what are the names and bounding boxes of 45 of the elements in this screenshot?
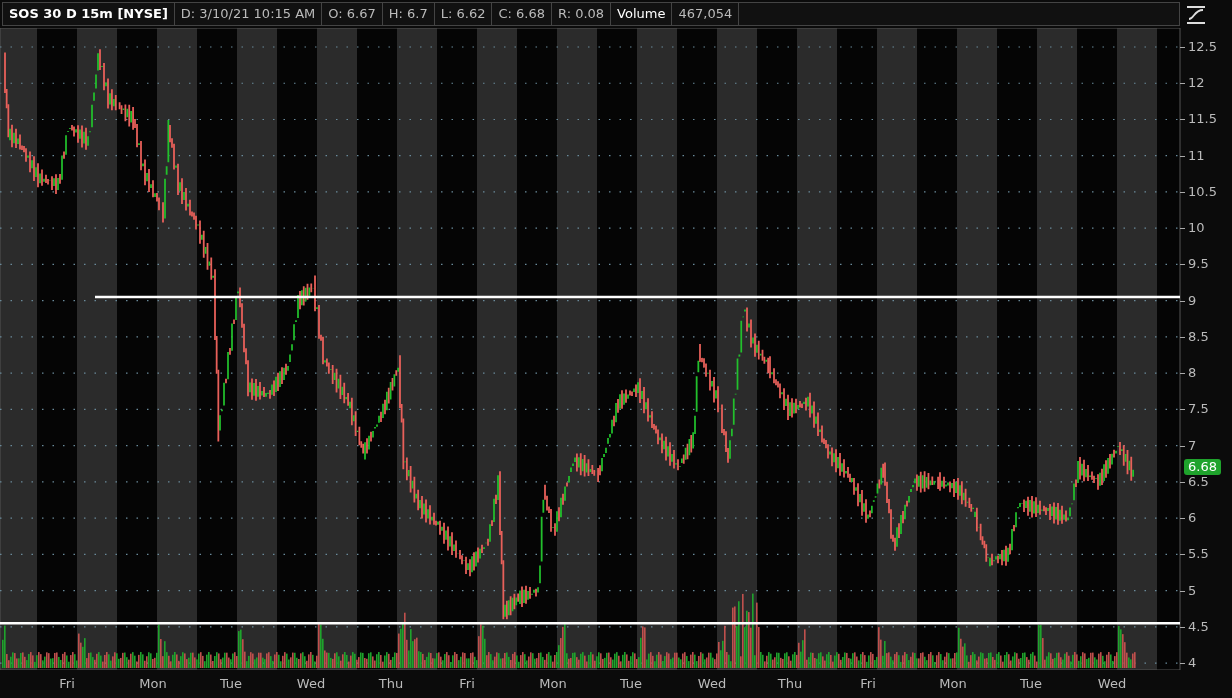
price-axis-label: 12.5 <box>1188 39 1217 55</box>
day-axis-label: Tue <box>219 676 243 692</box>
resistance-line[interactable] <box>95 295 1180 299</box>
price-axis-label: 6 <box>1188 510 1197 527</box>
price-axis-label: 11 <box>1188 147 1205 164</box>
price-axis-label: 5.5 <box>1188 546 1209 563</box>
day-axis-label: Thu <box>378 676 404 692</box>
price-axis-label: 12 <box>1188 75 1205 92</box>
day-axis-label: Mon <box>939 676 967 692</box>
price-axis-label: 10 <box>1188 220 1205 237</box>
price-axis-label: 4.5 <box>1188 618 1209 635</box>
header-value: L: 6.62 <box>434 3 493 25</box>
price-axis-label: 4 <box>1188 655 1197 672</box>
day-axis-label: Fri <box>59 676 75 692</box>
price-axis-label: 9.5 <box>1188 256 1209 273</box>
header-value: 467,054 <box>672 3 740 25</box>
header-value: H: 6.7 <box>382 3 435 25</box>
chart-style-icon[interactable] <box>1186 5 1206 25</box>
price-axis-label: 6.5 <box>1188 473 1209 490</box>
header-value: D: 3/10/21 10:15 AM <box>174 3 323 25</box>
day-axis-label: Fri <box>860 676 876 692</box>
day-axis-label: Fri <box>459 676 475 692</box>
header-value: C: 6.68 <box>492 3 552 25</box>
last-price-badge: 6.68 <box>1184 459 1221 475</box>
price-axis-label: 8 <box>1188 365 1197 382</box>
price-axis-label: 11.5 <box>1188 111 1217 128</box>
day-axis-label: Mon <box>539 676 567 692</box>
header-value: R: 0.08 <box>552 3 612 25</box>
support-line[interactable] <box>0 621 1180 625</box>
day-axis-label: Wed <box>697 676 727 692</box>
header-value: O: 6.67 <box>322 3 383 25</box>
day-axis-label: Mon <box>139 676 167 692</box>
day-axis-label: Wed <box>1097 676 1127 692</box>
symbol-title: SOS 30 D 15m [NYSE] <box>3 3 175 25</box>
volume-label: Volume <box>611 3 673 25</box>
price-axis-label: 7 <box>1188 437 1197 454</box>
price-axis-label: 10.5 <box>1188 183 1217 200</box>
day-axis-label: Wed <box>296 676 326 692</box>
day-axis-label: Thu <box>777 676 803 692</box>
day-axis-label: Tue <box>1019 676 1043 692</box>
day-axis-label: Tue <box>619 676 643 692</box>
price-axis-label: 5 <box>1188 582 1197 599</box>
price-axis-label: 7.5 <box>1188 401 1209 418</box>
price-axis-label: 8.5 <box>1188 328 1209 345</box>
price-axis-label: 9 <box>1188 292 1197 309</box>
